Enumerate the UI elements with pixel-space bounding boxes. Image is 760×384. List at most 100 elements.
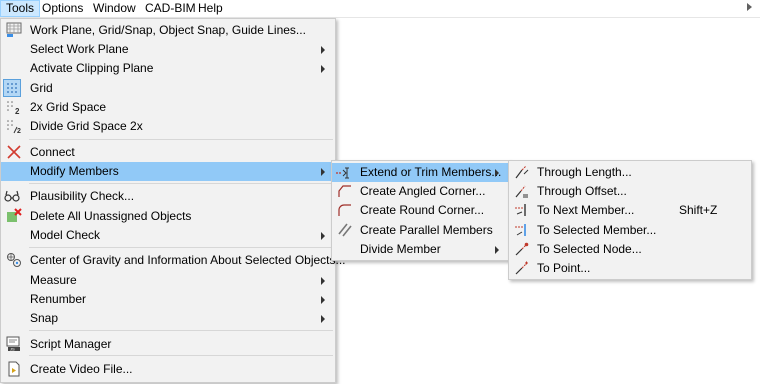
menu-item-label: Model Check: [30, 228, 101, 242]
menu-separator: [29, 183, 333, 184]
extend-trim-icon: [335, 164, 351, 180]
menubar-options[interactable]: Options: [37, 0, 88, 17]
menu-item-label: Create Angled Corner...: [360, 184, 486, 198]
menu-item-to-selected-member[interactable]: To Selected Member...: [509, 221, 751, 240]
submenu-arrow-icon: [495, 169, 499, 177]
video-file-icon: [6, 361, 22, 377]
submenu-arrow-icon: [495, 246, 499, 254]
menubar-help[interactable]: Help: [193, 0, 228, 17]
menu-item-create-video-file[interactable]: Create Video File...: [1, 360, 335, 379]
menubar-overflow-arrow-icon[interactable]: [747, 3, 752, 11]
submenu-arrow-icon: [321, 315, 325, 323]
menubar-window[interactable]: Window: [88, 0, 141, 17]
through-length-icon: [514, 164, 530, 180]
menu-item-label: Snap: [30, 311, 59, 325]
menu-item-label: Create Parallel Members: [360, 223, 493, 237]
modify-members-submenu: Extend or Trim Members... Create Angled …: [331, 160, 510, 261]
submenu-arrow-icon: [321, 65, 325, 73]
menu-item-modify-members[interactable]: Modify Members: [1, 162, 335, 181]
menu-item-2x-grid-space[interactable]: 2 2x Grid Space: [1, 98, 335, 117]
work-plane-icon: [6, 22, 22, 38]
menu-separator: [29, 247, 333, 248]
menu-item-label: Plausibility Check...: [30, 189, 135, 203]
round-corner-icon: [337, 202, 353, 218]
menu-item-label: Center of Gravity and Information About …: [30, 253, 346, 267]
menu-item-plausibility-check[interactable]: Plausibility Check...: [1, 187, 335, 206]
grid-icon: [3, 79, 21, 97]
svg-text:2: 2: [17, 128, 21, 134]
menu-item-snap[interactable]: Snap: [1, 309, 335, 328]
menu-item-through-length[interactable]: Through Length...: [509, 163, 751, 182]
menu-item-work-plane[interactable]: Work Plane, Grid/Snap, Object Snap, Guid…: [1, 21, 335, 40]
menu-item-select-work-plane[interactable]: Select Work Plane: [1, 40, 335, 59]
menu-item-label: To Point...: [537, 261, 591, 275]
grid-divide-icon: 2: [6, 118, 22, 134]
menu-item-label: Through Length...: [537, 165, 632, 179]
menu-item-script-manager[interactable]: JS Script Manager: [1, 335, 335, 354]
plausibility-check-icon: [4, 188, 20, 204]
delete-unassigned-icon: [6, 208, 22, 224]
menu-item-label: Connect: [30, 145, 75, 159]
menu-item-label: Create Video File...: [30, 362, 133, 376]
menu-item-label: 2x Grid Space: [30, 100, 107, 114]
extend-trim-submenu: Through Length... Through Offset... To N…: [508, 160, 752, 280]
menu-item-label: To Selected Member...: [537, 223, 657, 237]
to-next-member-icon: [514, 202, 530, 218]
menu-item-shortcut: Shift+Z: [679, 203, 718, 217]
menu-item-model-check[interactable]: Model Check: [1, 226, 335, 245]
menu-item-center-of-gravity[interactable]: Center of Gravity and Information About …: [1, 251, 346, 270]
menu-item-divide-member[interactable]: Divide Member: [332, 240, 509, 259]
angled-corner-icon: [337, 183, 353, 199]
menu-item-create-angled-corner[interactable]: Create Angled Corner...: [332, 182, 509, 201]
menubar-cad-bim[interactable]: CAD-BIM: [140, 0, 201, 17]
menu-item-label: Divide Grid Space 2x: [30, 119, 143, 133]
through-offset-icon: [514, 183, 530, 199]
menu-item-extend-or-trim[interactable]: Extend or Trim Members...: [332, 163, 509, 182]
menu-item-label: Measure: [30, 273, 77, 287]
menu-item-label: Modify Members: [30, 164, 119, 178]
menu-item-to-point[interactable]: To Point...: [509, 259, 751, 278]
menu-item-label: Work Plane, Grid/Snap, Object Snap, Guid…: [30, 23, 306, 37]
connect-icon: [6, 144, 22, 160]
menu-separator: [29, 139, 333, 140]
parallel-members-icon: [337, 222, 353, 238]
menu-item-renumber[interactable]: Renumber: [1, 290, 335, 309]
to-point-icon: [514, 260, 530, 276]
center-of-gravity-icon: [6, 252, 22, 268]
menu-item-grid[interactable]: Grid: [1, 79, 335, 98]
submenu-arrow-icon: [321, 232, 325, 240]
menu-item-to-next-member[interactable]: To Next Member... Shift+Z: [509, 201, 751, 220]
menu-item-delete-unassigned[interactable]: Delete All Unassigned Objects: [1, 207, 335, 226]
menubar-tools[interactable]: Tools: [0, 0, 41, 17]
tools-menu: Work Plane, Grid/Snap, Object Snap, Guid…: [0, 18, 346, 383]
grid-double-icon: 2: [6, 99, 22, 115]
menu-item-label: Select Work Plane: [30, 42, 129, 56]
menu-item-label: Script Manager: [30, 337, 112, 351]
svg-text:JS: JS: [10, 347, 15, 352]
menu-item-connect[interactable]: Connect: [1, 143, 335, 162]
menu-item-label: Activate Clipping Plane: [30, 61, 154, 75]
submenu-arrow-icon: [321, 46, 325, 54]
menu-item-label: Through Offset...: [537, 184, 627, 198]
submenu-arrow-icon: [321, 277, 325, 285]
menu-item-label: To Next Member...: [537, 203, 635, 217]
menu-item-label: Grid: [30, 81, 53, 95]
to-selected-node-icon: [514, 241, 530, 257]
menu-separator: [29, 355, 333, 356]
menu-item-through-offset[interactable]: Through Offset...: [509, 182, 751, 201]
menu-item-divide-grid-space[interactable]: 2 Divide Grid Space 2x: [1, 117, 335, 136]
menu-item-create-parallel-members[interactable]: Create Parallel Members: [332, 221, 509, 240]
menu-item-label: Extend or Trim Members...: [360, 165, 502, 179]
menu-item-create-round-corner[interactable]: Create Round Corner...: [332, 201, 509, 220]
menu-bar: Tools Options Window CAD-BIM Help: [0, 0, 760, 18]
to-selected-member-icon: [514, 222, 530, 238]
menu-item-activate-clipping-plane[interactable]: Activate Clipping Plane: [1, 59, 335, 78]
menu-item-measure[interactable]: Measure: [1, 271, 335, 290]
menu-item-label: To Selected Node...: [537, 242, 642, 256]
menu-item-label: Delete All Unassigned Objects: [30, 209, 192, 223]
menu-item-to-selected-node[interactable]: To Selected Node...: [509, 240, 751, 259]
menu-item-label: Divide Member: [360, 242, 441, 256]
submenu-arrow-icon: [321, 168, 325, 176]
script-manager-icon: JS: [6, 336, 22, 352]
svg-text:2: 2: [15, 107, 20, 115]
